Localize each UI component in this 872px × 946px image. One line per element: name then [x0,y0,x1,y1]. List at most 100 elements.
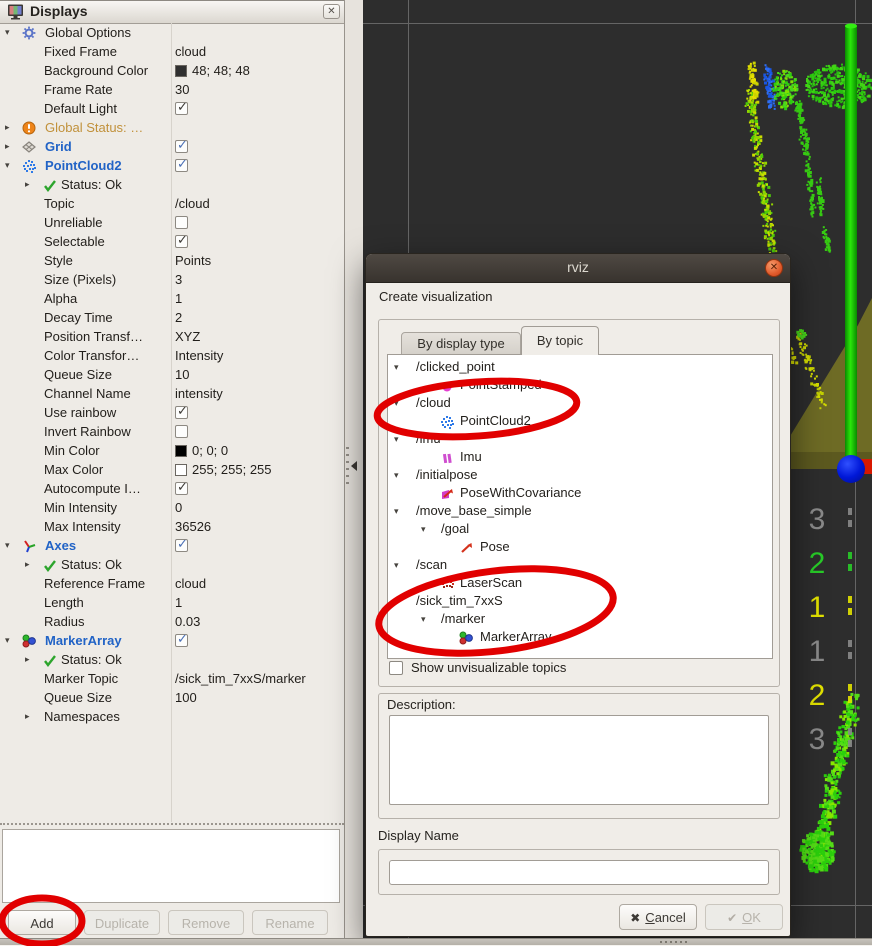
property-value[interactable]: 3 [175,272,182,287]
expander-open-icon[interactable]: ▾ [421,524,426,535]
expander-open-icon[interactable]: ▾ [5,27,10,38]
display-row[interactable]: Alpha1 [0,290,344,309]
display-row[interactable]: Background Color48; 48; 48 [0,62,344,81]
property-value[interactable]: 0 [175,500,182,515]
tab-by-display-type[interactable]: By display type [401,332,521,355]
property-value[interactable]: 100 [175,690,197,705]
display-row[interactable]: ▸Global Status: … [0,119,344,138]
topic-row[interactable]: Pose [388,539,772,557]
topic-row[interactable]: ▾/imu [388,431,772,449]
property-value[interactable]: 255; 255; 255 [175,462,272,477]
tab-by-topic[interactable]: By topic [521,326,599,355]
property-value[interactable]: Intensity [175,348,223,363]
display-row[interactable]: Autocompute I…✓ [0,480,344,499]
expander-closed-icon[interactable]: ▸ [25,654,30,665]
display-row[interactable]: Queue Size10 [0,366,344,385]
display-row[interactable]: Max Intensity36526 [0,518,344,537]
display-row[interactable]: Use rainbow✓ [0,404,344,423]
expander-closed-icon[interactable]: ▸ [25,179,30,190]
remove-button[interactable]: Remove [168,910,244,935]
topic-row[interactable]: PointCloud2 [388,413,772,431]
display-row[interactable]: ▸Status: Ok [0,556,344,575]
topic-row[interactable]: PointStamped [388,377,772,395]
expander-open-icon[interactable]: ▾ [394,434,399,445]
property-checkbox[interactable]: ✓ [175,634,188,647]
show-unvisualizable-checkbox[interactable] [389,661,403,675]
display-row[interactable]: Marker Topic/sick_tim_7xxS/marker [0,670,344,689]
display-row[interactable]: Decay Time2 [0,309,344,328]
property-value[interactable]: 10 [175,367,189,382]
dialog-titlebar[interactable]: rviz ✕ [366,254,790,283]
display-row[interactable]: Invert Rainbow [0,423,344,442]
display-row[interactable]: Max Color255; 255; 255 [0,461,344,480]
property-value[interactable]: 48; 48; 48 [175,63,250,78]
cancel-button[interactable]: ✖Cancel [619,904,697,930]
topic-row[interactable]: ▾/initialpose [388,467,772,485]
description-textarea[interactable] [389,715,769,805]
property-value[interactable]: 1 [175,291,182,306]
expander-open-icon[interactable]: ▾ [5,540,10,551]
topic-row[interactable]: LaserScan [388,575,772,593]
property-value[interactable]: cloud [175,44,206,59]
display-row[interactable]: Queue Size100 [0,689,344,708]
add-button[interactable]: Add [8,910,76,935]
topic-row[interactable]: ▾/sick_tim_7xxS [388,593,772,611]
display-row[interactable]: Selectable✓ [0,233,344,252]
display-row[interactable]: Channel Nameintensity [0,385,344,404]
close-icon[interactable]: ✕ [765,259,783,277]
property-value[interactable]: 30 [175,82,189,97]
topic-row[interactable]: ▾/goal [388,521,772,539]
topic-row[interactable]: ▾/cloud [388,395,772,413]
display-row[interactable]: StylePoints [0,252,344,271]
property-value[interactable]: intensity [175,386,223,401]
property-value[interactable]: Points [175,253,211,268]
display-row[interactable]: ▾Axes✓ [0,537,344,556]
display-name-input[interactable] [389,860,769,885]
close-icon[interactable]: ✕ [323,4,340,19]
expander-closed-icon[interactable]: ▸ [25,711,30,722]
display-row[interactable]: ▸Status: Ok [0,651,344,670]
panel-splitter-line[interactable] [0,823,344,825]
property-checkbox[interactable]: ✓ [175,159,188,172]
display-row[interactable]: Topic/cloud [0,195,344,214]
display-row[interactable]: Reference Framecloud [0,575,344,594]
topic-row[interactable]: MarkerArray [388,629,772,647]
display-row[interactable]: Radius0.03 [0,613,344,632]
topic-row[interactable]: ▾/clicked_point [388,359,772,377]
property-checkbox[interactable]: ✓ [175,539,188,552]
display-row[interactable]: ▾MarkerArray✓ [0,632,344,651]
property-checkbox[interactable]: ✓ [175,406,188,419]
property-checkbox[interactable] [175,425,188,438]
property-checkbox[interactable]: ✓ [175,102,188,115]
property-checkbox[interactable]: ✓ [175,235,188,248]
expander-open-icon[interactable]: ▾ [394,506,399,517]
topic-row[interactable]: ▾/scan [388,557,772,575]
resize-grip-dots[interactable] [660,941,688,943]
topic-row[interactable]: Imu [388,449,772,467]
display-row[interactable]: ▸Namespaces [0,708,344,727]
display-row[interactable]: Min Color0; 0; 0 [0,442,344,461]
property-value[interactable]: /cloud [175,196,210,211]
property-value[interactable]: XYZ [175,329,200,344]
display-row[interactable]: ▸Grid✓ [0,138,344,157]
expander-closed-icon[interactable]: ▸ [5,141,10,152]
displays-panel-titlebar[interactable]: Displays ✕ [0,0,344,24]
expander-open-icon[interactable]: ▾ [394,362,399,373]
display-row[interactable]: Min Intensity0 [0,499,344,518]
topic-row[interactable]: ▾/move_base_simple [388,503,772,521]
duplicate-button[interactable]: Duplicate [84,910,160,935]
rename-button[interactable]: Rename [252,910,328,935]
display-row[interactable]: ▸Status: Ok [0,176,344,195]
display-row[interactable]: Default Light✓ [0,100,344,119]
display-row[interactable]: Size (Pixels)3 [0,271,344,290]
property-checkbox[interactable]: ✓ [175,482,188,495]
expander-closed-icon[interactable]: ▸ [25,559,30,570]
property-checkbox[interactable]: ✓ [175,140,188,153]
topic-row[interactable]: PoseWithCovariance [388,485,772,503]
property-value[interactable]: 0.03 [175,614,200,629]
display-row[interactable]: Unreliable [0,214,344,233]
property-value[interactable]: 0; 0; 0 [175,443,228,458]
display-row[interactable]: Fixed Framecloud [0,43,344,62]
property-value[interactable]: cloud [175,576,206,591]
display-row[interactable]: Frame Rate30 [0,81,344,100]
